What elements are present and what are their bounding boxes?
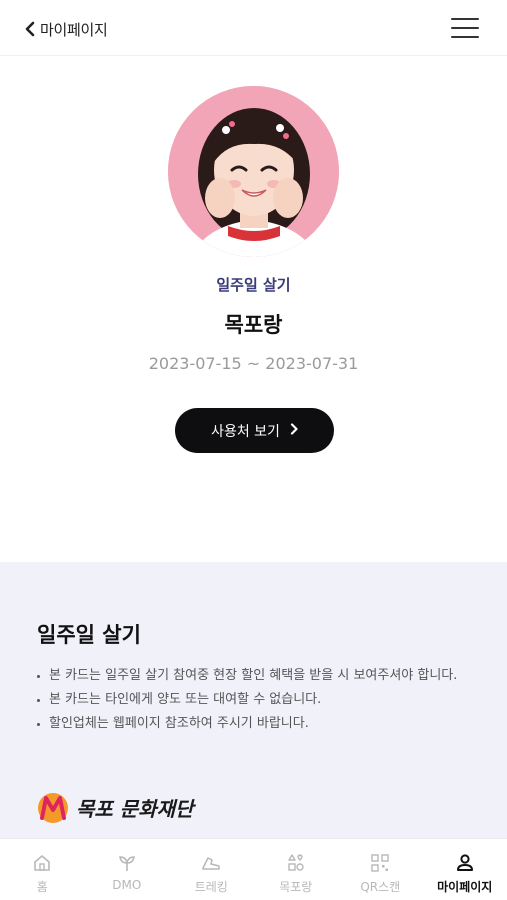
bottom-navigation: 홈 DMO 트레킹 목포랑 QR스캔 마이페이지 [0, 838, 507, 900]
chevron-left-icon [24, 21, 36, 37]
notice-item: 할인업체는 웹페이지 참조하여 주시기 바랍니다. [36, 712, 476, 736]
tab-trekking-label: 트레킹 [194, 880, 228, 894]
tab-dmo[interactable]: DMO [85, 839, 170, 900]
hiking-shoe-icon [202, 857, 220, 870]
card-name: 목포랑 [224, 313, 283, 337]
notice-list: 본 카드는 일주일 살기 참여중 현장 할인 혜택을 받을 시 보여주셔야 합니… [36, 664, 476, 736]
tab-qr-scan-label: QR스캔 [360, 880, 401, 894]
app-header: 마이페이지 [0, 0, 507, 56]
home-icon [34, 855, 51, 871]
hamburger-menu-icon-bar [451, 36, 479, 38]
card-profile: 일주일 살기 목포랑 2023-07-15 ~ 2023-07-31 사용처 보… [0, 57, 507, 562]
hamburger-menu-icon-bar [451, 27, 479, 29]
mokpo-culture-foundation-logo: 목포 문화재단 [36, 790, 246, 826]
hamburger-menu-icon [451, 18, 479, 20]
back-button[interactable]: 마이페이지 [24, 16, 108, 42]
card-info-section: 일주일 살기 본 카드는 일주일 살기 참여중 현장 할인 혜택을 받을 시 보… [0, 562, 507, 838]
notice-item: 본 카드는 타인에게 양도 또는 대여할 수 없습니다. [36, 688, 476, 712]
valid-period: 2023-07-15 ~ 2023-07-31 [148, 354, 359, 373]
qr-scan-icon [371, 854, 389, 872]
tab-home[interactable]: 홈 [0, 839, 85, 900]
tab-mypage-label: 마이페이지 [437, 880, 493, 894]
menu-button[interactable] [451, 15, 481, 41]
view-places-button-label: 사용처 보기 [211, 423, 280, 440]
page-title: 마이페이지 [40, 20, 108, 39]
notice-item: 본 카드는 일주일 살기 참여중 현장 할인 혜택을 받을 시 보여주셔야 합니… [36, 664, 476, 688]
sprout-icon [118, 856, 135, 871]
view-places-button[interactable]: 사용처 보기 [175, 408, 334, 453]
tab-trekking[interactable]: 트레킹 [169, 839, 254, 900]
person-icon [456, 854, 473, 871]
program-name: 일주일 살기 [216, 276, 291, 294]
svg-text:목포 문화재단: 목포 문화재단 [76, 797, 196, 821]
info-title: 일주일 살기 [37, 623, 141, 647]
grid-heart-icon [288, 854, 304, 871]
tab-mypage[interactable]: 마이페이지 [423, 839, 507, 900]
tab-dmo-label: DMO [112, 878, 142, 892]
tab-mokporang-label: 목포랑 [279, 880, 313, 894]
tab-qr-scan[interactable]: QR스캔 [338, 839, 423, 900]
my-page: 마이페이지 일주일 살기 목포랑 2023-07-15 ~ 2023-07-31… [0, 0, 507, 900]
avatar [168, 86, 339, 257]
chevron-right-icon [280, 422, 298, 439]
tab-home-label: 홈 [36, 880, 48, 894]
tab-mokporang[interactable]: 목포랑 [254, 839, 339, 900]
